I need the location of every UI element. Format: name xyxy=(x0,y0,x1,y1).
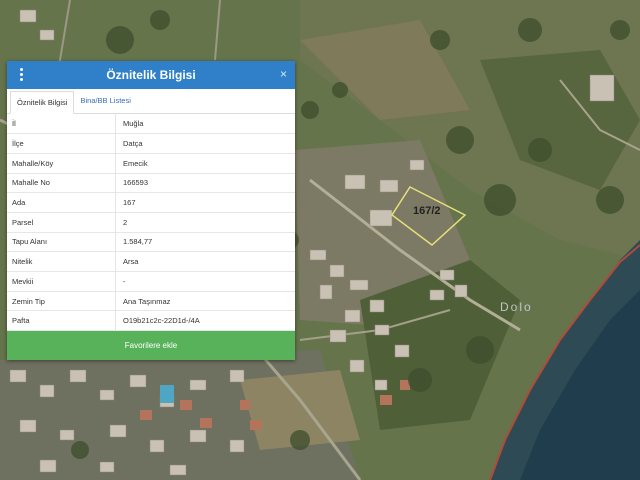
row-value: Muğla xyxy=(115,114,295,135)
row-key: Nitelik xyxy=(7,251,116,272)
table-row: Parsel 2 xyxy=(7,212,295,233)
table-row: Nitelik Arsa xyxy=(7,251,295,272)
row-value: 167 xyxy=(115,192,295,213)
row-value: 2 xyxy=(115,212,295,233)
table-row: İlçe Datça xyxy=(7,133,295,154)
row-key: Parsel xyxy=(7,212,116,233)
row-value: Datça xyxy=(115,133,295,154)
row-value: Arsa xyxy=(115,251,295,272)
tab-attribute-info[interactable]: Öznitelik Bilgisi xyxy=(10,91,75,114)
table-row: Mahalle No 166593 xyxy=(7,173,295,194)
row-key: Ada xyxy=(7,192,116,213)
table-row: Mahalle/Köy Emecik xyxy=(7,153,295,174)
panel-tabs: Öznitelik Bilgisi Bina/BB Listesi xyxy=(7,89,295,114)
table-row: Ada 167 xyxy=(7,192,295,213)
panel-header: Öznitelik Bilgisi × xyxy=(7,61,295,89)
attribute-table: İl Muğla İlçe Datça Mahalle/Köy Emecik Maha… xyxy=(7,114,295,332)
add-to-favorites-button[interactable]: Favorilere ekle xyxy=(7,331,295,360)
row-value: Ana Taşınmaz xyxy=(115,291,295,312)
table-row: Pafta O19b21c2c-22D1d-/4A xyxy=(7,310,295,332)
table-row: Mevkii - xyxy=(7,271,295,292)
parcel-label: 167/2 xyxy=(413,205,441,217)
row-key: Mahalle/Köy xyxy=(7,153,116,174)
row-key: Tapu Alanı xyxy=(7,232,116,253)
attribute-info-panel: Öznitelik Bilgisi × Öznitelik Bilgisi Bin… xyxy=(7,61,295,360)
row-key: Mahalle No xyxy=(7,173,116,194)
row-value: 1.584,77 xyxy=(115,232,295,253)
row-value: 166593 xyxy=(115,173,295,194)
place-name-label: Dolo xyxy=(500,300,533,314)
row-key: İl xyxy=(7,114,116,135)
row-value: Emecik xyxy=(115,153,295,174)
row-value: O19b21c2c-22D1d-/4A xyxy=(115,310,295,332)
row-key: İlçe xyxy=(7,133,116,154)
tab-building-list[interactable]: Bina/BB Listesi xyxy=(74,89,136,112)
row-key: Mevkii xyxy=(7,271,116,292)
table-row: Tapu Alanı 1.584,77 xyxy=(7,232,295,253)
table-row: Zemin Tip Ana Taşınmaz xyxy=(7,291,295,312)
row-value: - xyxy=(115,271,295,292)
panel-title: Öznitelik Bilgisi xyxy=(106,68,196,82)
row-key: Pafta xyxy=(7,310,116,332)
row-key: Zemin Tip xyxy=(7,291,116,312)
table-row: İl Muğla xyxy=(7,114,295,135)
close-icon[interactable]: × xyxy=(280,67,287,81)
